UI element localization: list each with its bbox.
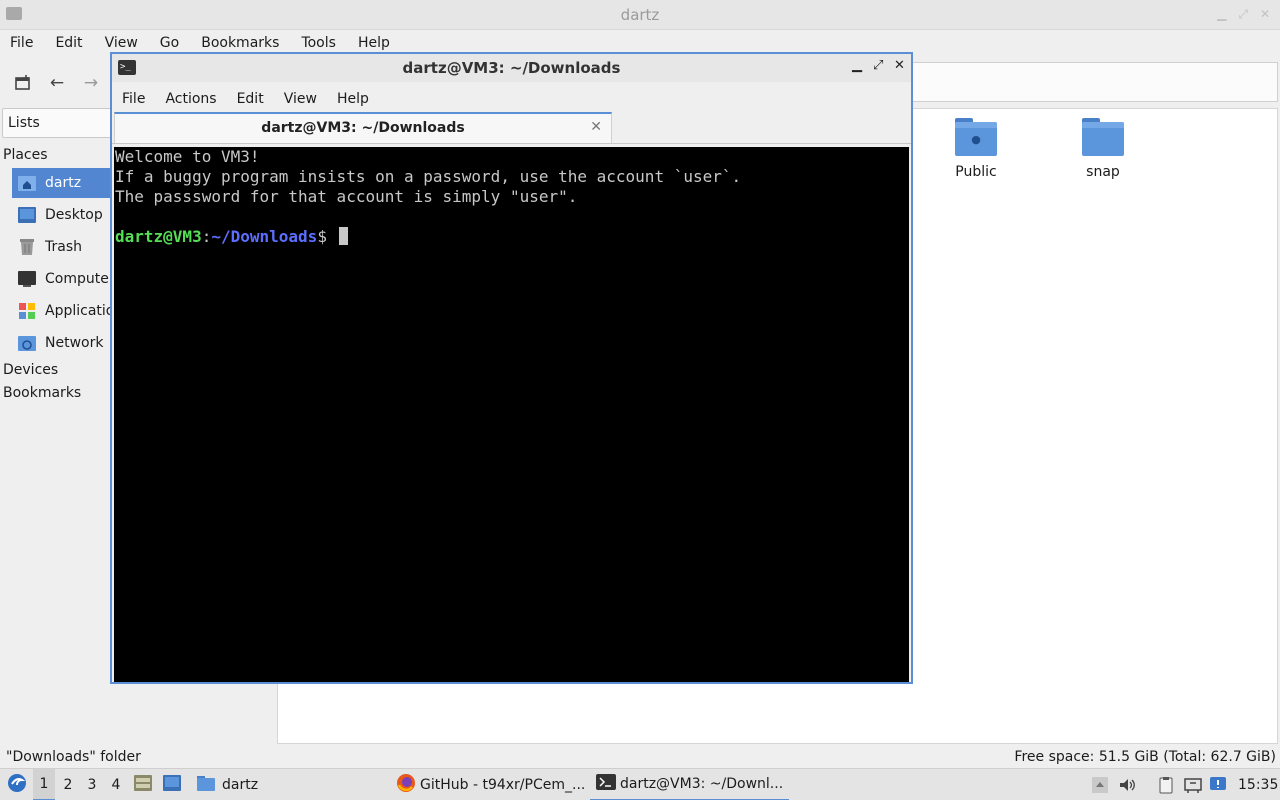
minimize-icon[interactable]: ▁ [1217,7,1226,22]
location-bar[interactable] [910,62,1278,102]
menu-edit[interactable]: Edit [237,91,264,107]
folder-item-snap[interactable]: snap [1058,118,1148,180]
back-arrow-icon[interactable]: ← [46,72,68,94]
prompt-path: ~/Downloads [211,227,318,246]
desktop-icon [162,774,182,796]
folder-icon [1082,118,1124,156]
text-cursor [338,227,348,245]
terminal-line: If a buggy program insists on a password… [115,167,742,186]
workspace-1-button[interactable]: 1 [33,769,55,800]
volume-icon[interactable] [1118,776,1136,794]
terminal-prompt: dartz@VM3:~/Downloads$ [115,227,909,247]
terminal-tab[interactable]: dartz@VM3: ~/Downloads ✕ [114,112,612,143]
terminal-menubar: File Actions Edit View Help [112,84,911,114]
start-menu-button[interactable] [5,769,29,800]
new-tab-icon[interactable] [12,72,34,94]
taskbar-item-label: GitHub - t94xr/PCem_... [420,777,586,793]
clock[interactable]: 15:35 [1238,769,1278,800]
taskbar-item-label: dartz [222,777,259,793]
close-icon[interactable]: ✕ [894,58,905,73]
minimize-icon[interactable]: ▁ [852,58,862,73]
menu-go[interactable]: Go [160,35,179,51]
taskbar-item-file-manager[interactable]: dartz [190,769,264,800]
prompt-symbol: $ [317,227,337,246]
trash-icon [17,238,37,256]
menu-tools[interactable]: Tools [301,35,336,51]
prompt-user: dartz@VM3 [115,227,202,246]
workspace-4-button[interactable]: 4 [105,769,127,800]
sidebar-item-label: dartz [45,175,82,191]
folder-item-public[interactable]: ● Public [931,118,1021,180]
menu-view[interactable]: View [284,91,317,107]
menu-file[interactable]: File [122,91,145,107]
places-heading[interactable]: Places [3,147,48,163]
terminal-output[interactable]: Welcome to VM3! If a buggy program insis… [114,147,909,682]
terminal-window: >_ dartz@VM3: ~/Downloads ▁ ⤢ ✕ File Act… [110,52,913,684]
terminal-tab-title: dartz@VM3: ~/Downloads [261,120,465,136]
network-icon [17,334,37,352]
tray-up-arrow-icon[interactable] [1091,776,1109,794]
public-folder-icon: ● [955,118,997,156]
sidebar-item-label: Desktop [45,207,103,223]
taskbar-item-firefox[interactable]: GitHub - t94xr/PCem_... [390,769,591,800]
close-icon[interactable]: ✕ [1260,7,1270,22]
notification-icon[interactable] [1209,776,1227,794]
file-manager-launcher[interactable] [133,769,155,800]
clipboard-icon[interactable] [1157,776,1175,794]
prompt-separator: : [201,227,212,246]
menu-help[interactable]: Help [337,91,369,107]
menu-bookmarks[interactable]: Bookmarks [201,35,279,51]
maximize-icon[interactable]: ⤢ [873,58,883,73]
applications-icon [17,302,37,320]
taskbar: 1 2 3 4 dartz GitHub - t94xr/PCem_... da… [0,768,1280,800]
window-title: dartz [620,6,660,24]
menu-help[interactable]: Help [358,35,390,51]
show-desktop-button[interactable] [162,769,184,800]
folder-label: snap [1086,164,1120,180]
forward-arrow-icon[interactable]: → [80,72,102,94]
terminal-line: Welcome to VM3! [115,147,260,166]
home-icon [17,174,37,192]
taskbar-item-label: dartz@VM3: ~/Downl... [620,776,784,792]
terminal-icon [596,774,616,794]
status-selection-text: "Downloads" folder [6,749,141,765]
bookmarks-heading[interactable]: Bookmarks [3,385,81,401]
menu-edit[interactable]: Edit [55,35,82,51]
terminal-line: The passsword for that account is simply… [115,187,578,206]
workspace-2-button[interactable]: 2 [57,769,79,800]
menu-file[interactable]: File [10,35,33,51]
menu-actions[interactable]: Actions [165,91,216,107]
terminal-tab-bar: dartz@VM3: ~/Downloads ✕ [112,112,911,144]
file-cabinet-icon [133,774,153,796]
start-menu-icon [7,773,27,797]
status-free-space: Free space: 51.5 GiB (Total: 62.7 GiB) [1014,749,1276,765]
terminal-window-title: dartz@VM3: ~/Downloads [402,59,621,77]
computer-icon [17,270,37,288]
terminal-titlebar[interactable]: >_ dartz@VM3: ~/Downloads ▁ ⤢ ✕ [112,54,911,82]
sidebar-item-label: Trash [45,239,82,255]
network-status-icon[interactable] [1184,776,1202,794]
close-tab-icon[interactable]: ✕ [590,119,602,135]
desktop-icon [17,206,37,224]
taskbar-item-terminal[interactable]: dartz@VM3: ~/Downl... [590,769,790,800]
sidebar-item-label: Network [45,335,104,351]
menu-view[interactable]: View [105,35,138,51]
status-bar: "Downloads" folder Free space: 51.5 GiB … [0,746,1280,768]
sidebar-item-label: Computer [45,271,115,287]
firefox-icon [396,773,416,797]
maximize-icon[interactable]: ⤢ [1238,7,1248,22]
folder-icon [196,775,216,796]
devices-heading[interactable]: Devices [3,362,58,378]
folder-label: Public [955,164,997,180]
file-manager-titlebar[interactable]: dartz ▁ ⤢ ✕ [0,0,1280,30]
workspace-3-button[interactable]: 3 [81,769,103,800]
